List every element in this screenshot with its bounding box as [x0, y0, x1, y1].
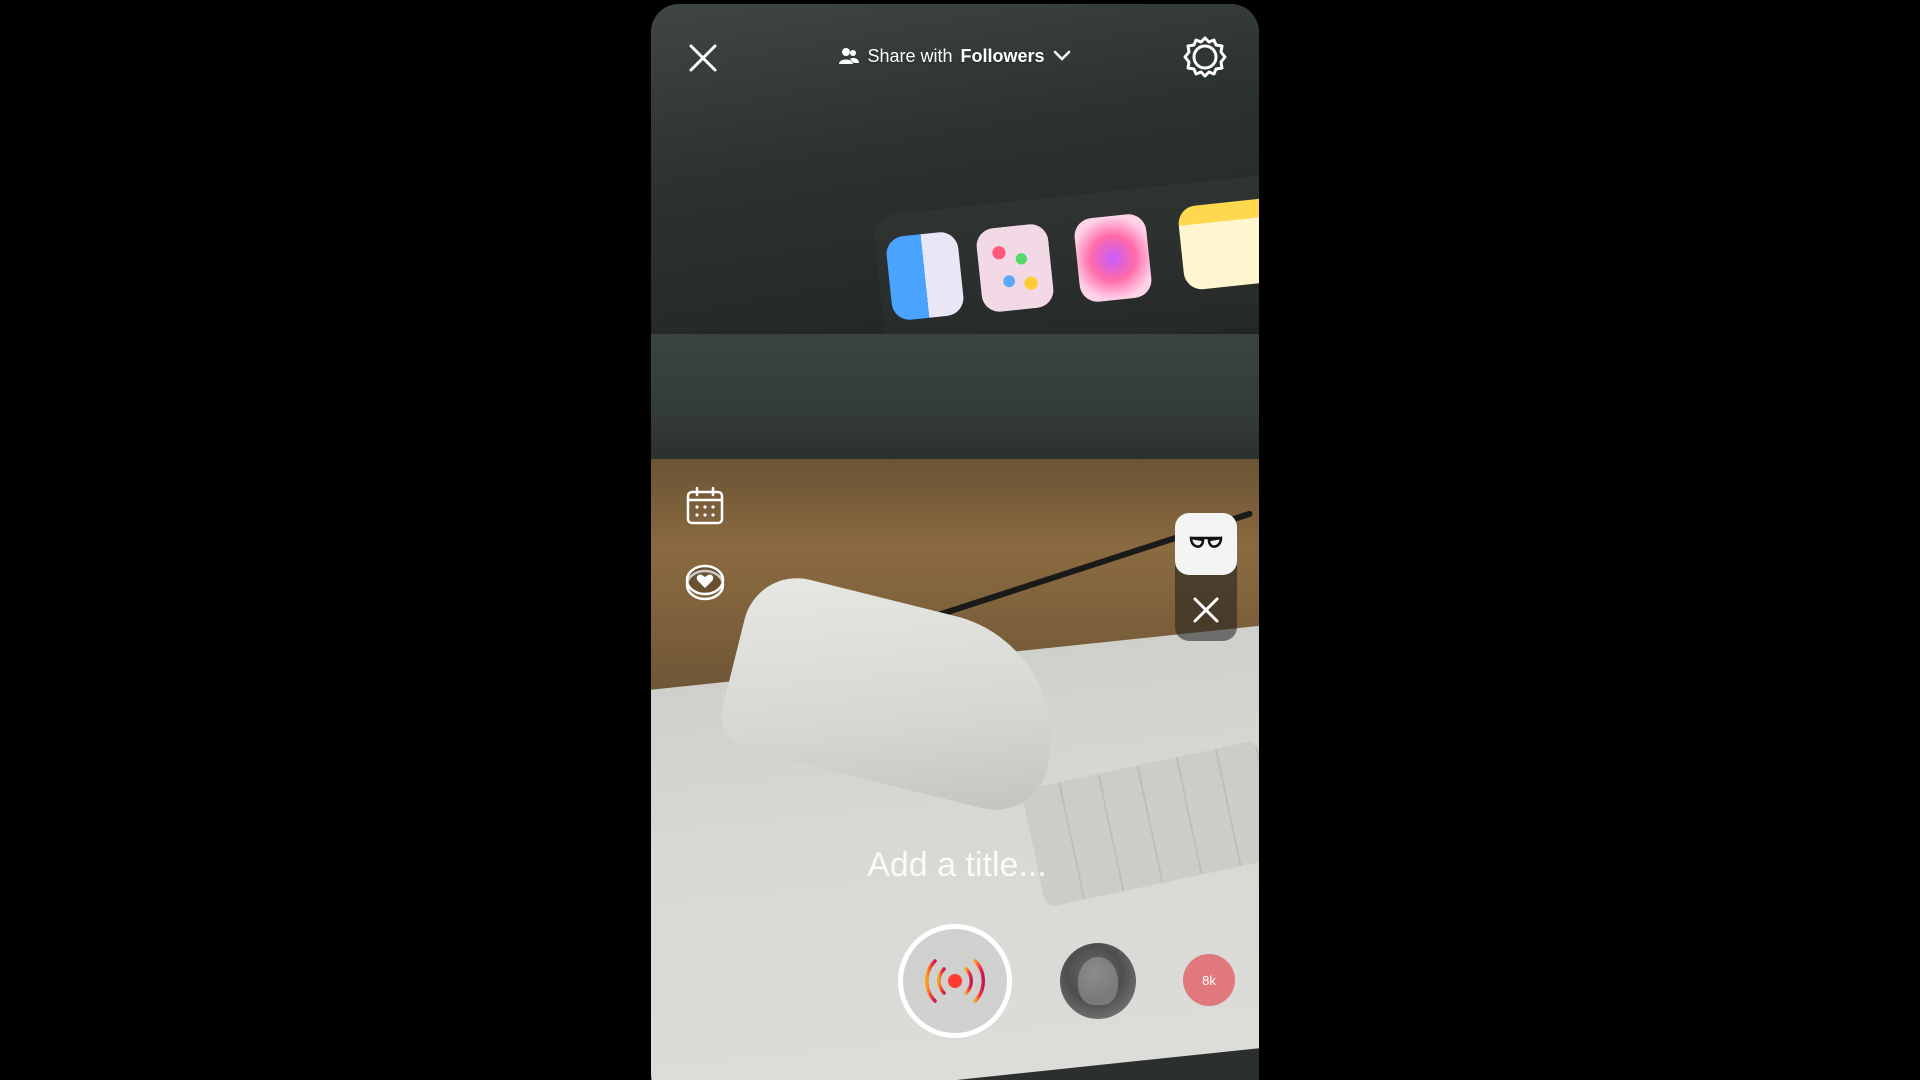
top-bar: Share with Followers: [651, 4, 1259, 114]
avatar[interactable]: [1060, 943, 1136, 1019]
chevron-down-icon: [1053, 50, 1070, 61]
close-icon: [1193, 597, 1219, 623]
people-icon: [839, 48, 860, 64]
effect-button[interactable]: [1175, 513, 1237, 575]
share-prefix-text: Share with: [867, 45, 953, 66]
share-audience-text: Followers: [960, 45, 1045, 66]
glasses-icon: [1189, 536, 1223, 548]
viewer-count-badge[interactable]: 8k: [1183, 954, 1235, 1006]
live-camera-screen: Share with Followers Add a title... 8k: [651, 4, 1259, 1080]
badge-label: 8k: [1202, 972, 1216, 988]
effect-panel: [1175, 513, 1237, 641]
share-audience-selector[interactable]: Share with Followers: [651, 40, 1259, 72]
side-tools: [683, 484, 727, 636]
settings-button[interactable]: [1182, 34, 1228, 80]
camera-preview: [651, 4, 1259, 1080]
go-live-button[interactable]: [898, 924, 1012, 1038]
fundraiser-button[interactable]: [683, 560, 727, 604]
remove-effect-button[interactable]: [1175, 579, 1237, 641]
title-input[interactable]: [651, 840, 1259, 890]
broadcast-icon: [925, 959, 985, 1003]
schedule-button[interactable]: [683, 484, 727, 528]
calendar-icon: [686, 486, 724, 525]
heart-coin-icon: [685, 564, 725, 601]
gear-icon: [1183, 36, 1227, 78]
